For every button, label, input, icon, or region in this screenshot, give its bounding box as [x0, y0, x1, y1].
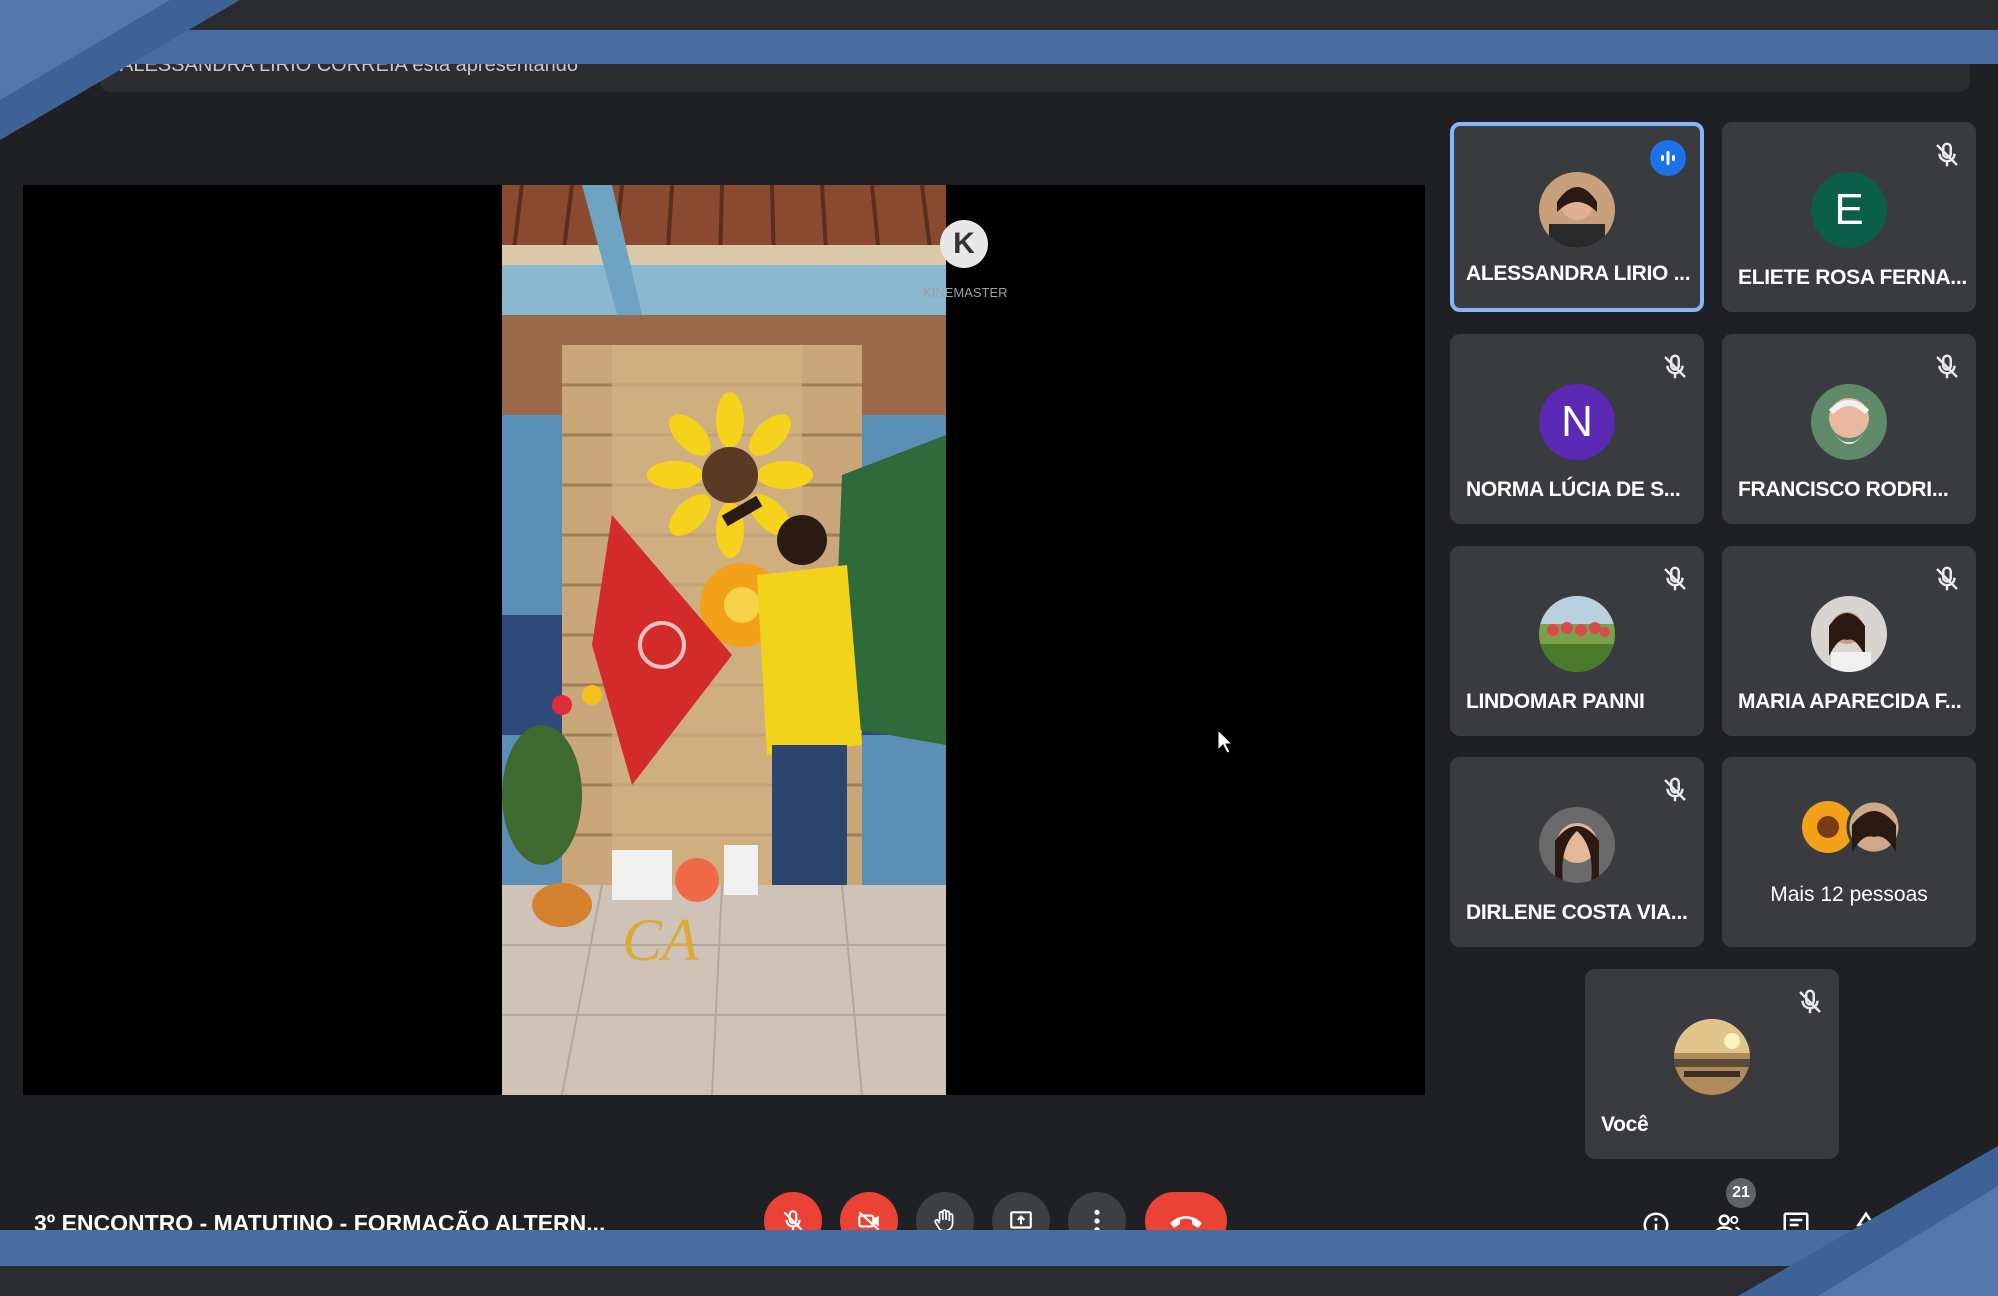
avatar	[1539, 172, 1615, 248]
avatar	[1539, 807, 1615, 883]
participant-name: DIRLENE COSTA VIA...	[1466, 901, 1688, 924]
shared-photo: CA	[502, 185, 946, 1095]
watermark-text: KINEMASTER	[923, 285, 1008, 300]
participant-tile-dirlene[interactable]: DIRLENE COSTA VIA...	[1450, 757, 1704, 947]
bottom-frame-strip	[0, 1266, 1998, 1296]
participant-name: FRANCISCO RODRI...	[1738, 478, 1949, 501]
mic-off-icon	[1936, 142, 1958, 167]
bottom-accent-band	[0, 1230, 1998, 1266]
avatar: E	[1811, 172, 1887, 248]
participant-tile-lindomar[interactable]: LINDOMAR PANNI	[1450, 546, 1704, 736]
participant-name: LINDOMAR PANNI	[1466, 690, 1645, 713]
presenting-banner: ALESSANDRA LIRIO CORREIA está apresentan…	[100, 64, 1970, 92]
top-accent-band	[0, 30, 1998, 64]
corner-decoration-top-left	[0, 0, 240, 140]
phone-hangup-icon	[1170, 1216, 1202, 1228]
avatar	[1811, 596, 1887, 672]
corner-decoration-bottom-right	[1738, 1146, 1998, 1296]
mic-off-icon	[1664, 566, 1686, 591]
self-name: Você	[1601, 1113, 1649, 1136]
participant-tile-norma[interactable]: N NORMA LÚCIA DE S...	[1450, 334, 1704, 524]
avatar	[1811, 384, 1887, 460]
avatar: N	[1539, 384, 1615, 460]
participant-tile-alessandra[interactable]: ALESSANDRA LIRIO ...	[1450, 122, 1704, 312]
participant-name: NORMA LÚCIA DE S...	[1466, 478, 1681, 501]
avatar-initial: E	[1811, 172, 1887, 248]
mic-off-icon	[1664, 777, 1686, 802]
mouse-cursor-icon	[1218, 730, 1234, 754]
mic-off-icon	[1799, 989, 1821, 1014]
speaking-indicator-icon	[1650, 140, 1686, 176]
shared-screen: CA K KINEMASTER	[23, 185, 1425, 1095]
avatar-initial: N	[1539, 384, 1615, 460]
avatar	[1674, 1019, 1750, 1095]
more-participants-tile[interactable]: Mais 12 pessoas	[1722, 757, 1976, 947]
more-avatars	[1800, 797, 1910, 857]
participant-name: ALESSANDRA LIRIO ...	[1466, 262, 1691, 285]
avatar	[1539, 596, 1615, 672]
mic-off-icon	[1936, 566, 1958, 591]
participant-tile-maria[interactable]: MARIA APARECIDA F...	[1722, 546, 1976, 736]
participant-name: ELIETE ROSA FERNA...	[1738, 266, 1967, 289]
svg-text:CA: CA	[622, 907, 699, 973]
mic-off-icon	[1664, 354, 1686, 379]
participant-name: MARIA APARECIDA F...	[1738, 690, 1962, 713]
participant-tile-eliete[interactable]: E ELIETE ROSA FERNA...	[1722, 122, 1976, 312]
watermark-logo: K	[940, 220, 988, 268]
top-frame-strip	[0, 0, 1998, 30]
self-tile[interactable]: Você	[1585, 969, 1839, 1159]
participant-tile-francisco[interactable]: FRANCISCO RODRI...	[1722, 334, 1976, 524]
mic-off-icon	[1936, 354, 1958, 379]
more-people-label: Mais 12 pessoas	[1770, 883, 1928, 906]
